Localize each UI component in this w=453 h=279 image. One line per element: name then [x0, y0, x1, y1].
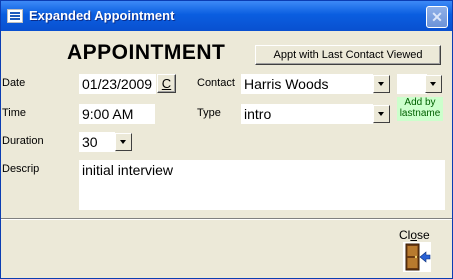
duration-combobox[interactable]: 30: [79, 132, 115, 152]
appt-last-contact-button[interactable]: Appt with Last Contact Viewed: [255, 45, 441, 65]
time-label: Time: [2, 107, 27, 119]
title-bar: Expanded Appointment ✕: [1, 1, 452, 31]
calendar-button-label: C: [161, 76, 172, 91]
form-window-icon: [7, 9, 23, 23]
lastname-dropdown-button[interactable]: [425, 75, 442, 93]
exit-door-icon[interactable]: [403, 242, 431, 272]
date-field[interactable]: 01/23/2009: [79, 74, 156, 94]
duration-label: Duration: [2, 135, 44, 147]
window-close-button[interactable]: ✕: [426, 6, 448, 28]
description-label: Descrip: [2, 163, 40, 175]
description-textarea[interactable]: initial interview: [79, 160, 445, 210]
appt-last-contact-label: Appt with Last Contact Viewed: [273, 49, 423, 61]
type-dropdown-button[interactable]: [373, 105, 390, 123]
form-heading: APPOINTMENT: [67, 41, 226, 64]
contact-combobox[interactable]: Harris Woods: [241, 74, 373, 94]
add-by-lastname-note: Add by lastname: [397, 97, 443, 121]
appointment-window: Expanded Appointment ✕ APPOINTMENT Appt …: [0, 0, 453, 279]
contact-lastname-combobox[interactable]: [397, 74, 427, 94]
appointment-form: APPOINTMENT Appt with Last Contact Viewe…: [1, 31, 452, 278]
form-separator: [1, 218, 452, 220]
date-label: Date: [2, 77, 26, 89]
window-title: Expanded Appointment: [29, 8, 175, 23]
calendar-button[interactable]: C: [157, 74, 176, 93]
type-label: Type: [197, 107, 221, 119]
duration-dropdown-button[interactable]: [115, 133, 132, 151]
close-button-label[interactable]: Close: [399, 228, 430, 242]
time-field[interactable]: 9:00 AM: [79, 104, 155, 124]
contact-label: Contact: [197, 77, 235, 89]
contact-dropdown-button[interactable]: [373, 75, 390, 93]
type-combobox[interactable]: intro: [241, 104, 373, 124]
